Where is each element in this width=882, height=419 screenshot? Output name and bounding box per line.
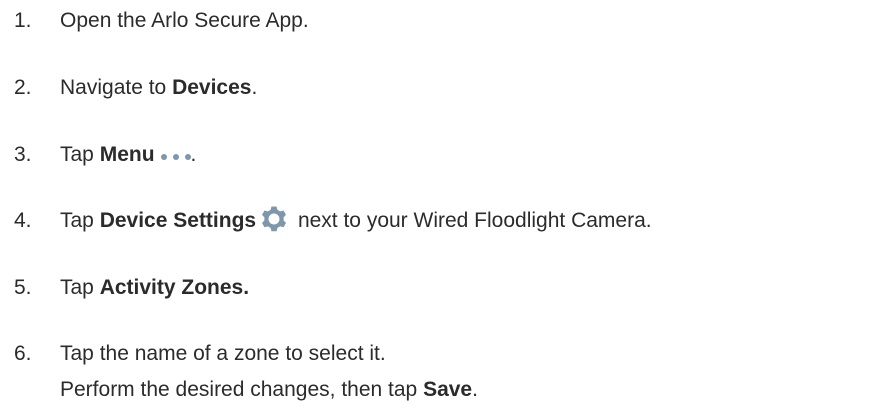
step-text-suffix: .	[190, 143, 197, 166]
step-text-suffix: next to your Wired Floodlight Camera.	[292, 209, 652, 232]
step-5: 5. Tap Activity Zones.	[14, 275, 249, 301]
step-4: 4. Tap Device Settings next to your Wired…	[14, 206, 652, 234]
step-bold-term: Device Settings	[99, 209, 257, 232]
step-text: Navigate to	[60, 76, 173, 99]
step-bold-term: Devices	[172, 76, 252, 99]
step-text: Tap	[60, 209, 100, 232]
step-text: Perform the desired changes, then tap	[60, 378, 424, 401]
step-number: 5.	[14, 276, 32, 299]
step-text: Open the Arlo Secure App.	[60, 9, 309, 32]
step-text: Tap the name of a zone to select it.	[60, 342, 386, 365]
more-dots-icon	[160, 141, 191, 167]
step-text: Tap	[60, 276, 100, 299]
step-6: 6. Tap the name of a zone to select it.	[14, 341, 386, 367]
step-number: 2.	[14, 76, 32, 99]
step-text: Tap	[60, 143, 100, 166]
gear-icon	[262, 206, 287, 232]
step-number: 1.	[14, 9, 32, 32]
step-bold-term: Save	[423, 378, 473, 401]
step-bold-term: Menu	[99, 143, 155, 166]
step-text-suffix: .	[251, 76, 258, 99]
step-6-continuation: Perform the desired changes, then tap Sa…	[60, 377, 478, 403]
step-number: 6.	[14, 342, 32, 365]
step-bold-term: Activity Zones.	[99, 276, 250, 299]
step-3: 3. Tap Menu.	[14, 142, 196, 168]
step-2: 2. Navigate to Devices.	[14, 75, 257, 101]
step-text-suffix: .	[472, 378, 478, 401]
step-number: 4.	[14, 209, 32, 232]
step-number: 3.	[14, 143, 32, 166]
step-1: 1. Open the Arlo Secure App.	[14, 8, 309, 34]
